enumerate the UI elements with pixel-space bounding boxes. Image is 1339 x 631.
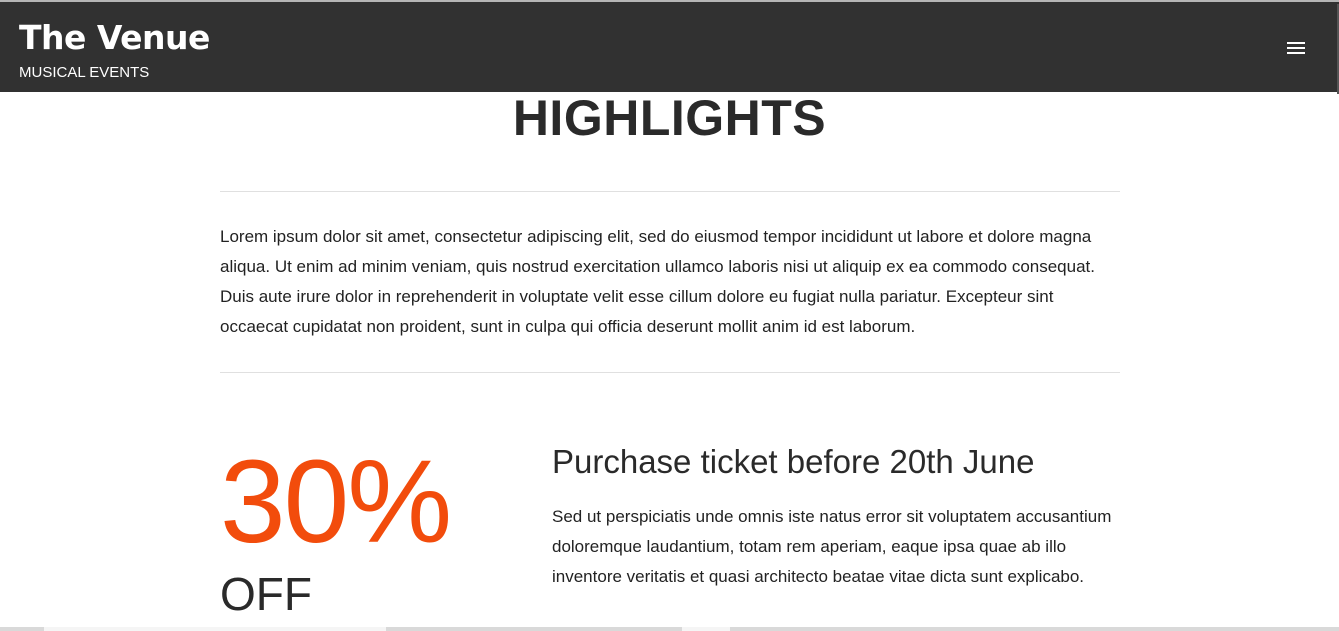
brand-subtitle: MUSICAL EVENTS bbox=[19, 64, 150, 81]
discount-percentage: 30% bbox=[220, 436, 452, 568]
menu-icon-bar bbox=[1287, 42, 1305, 44]
scrollbar-thumb[interactable] bbox=[682, 627, 730, 631]
menu-icon-bar bbox=[1287, 47, 1305, 49]
menu-icon-bar bbox=[1287, 52, 1305, 54]
divider bbox=[220, 372, 1120, 373]
highlights-intro-text: Lorem ipsum dolor sit amet, consectetur … bbox=[220, 227, 1095, 336]
promo-title: Purchase ticket before 20th June bbox=[552, 443, 1035, 480]
site-header: The Venue MUSICAL EVENTS bbox=[0, 2, 1339, 94]
divider bbox=[220, 191, 1120, 192]
scrollbar-thumb[interactable] bbox=[44, 627, 386, 631]
discount-off-label: OFF bbox=[220, 568, 312, 620]
highlights-title: HIGHLIGHTS bbox=[512, 90, 827, 146]
hamburger-menu-icon[interactable] bbox=[1280, 35, 1312, 61]
brand-title[interactable]: The Venue bbox=[19, 18, 210, 58]
promo-description: Sed ut perspiciatis unde omnis iste natu… bbox=[552, 507, 1112, 586]
